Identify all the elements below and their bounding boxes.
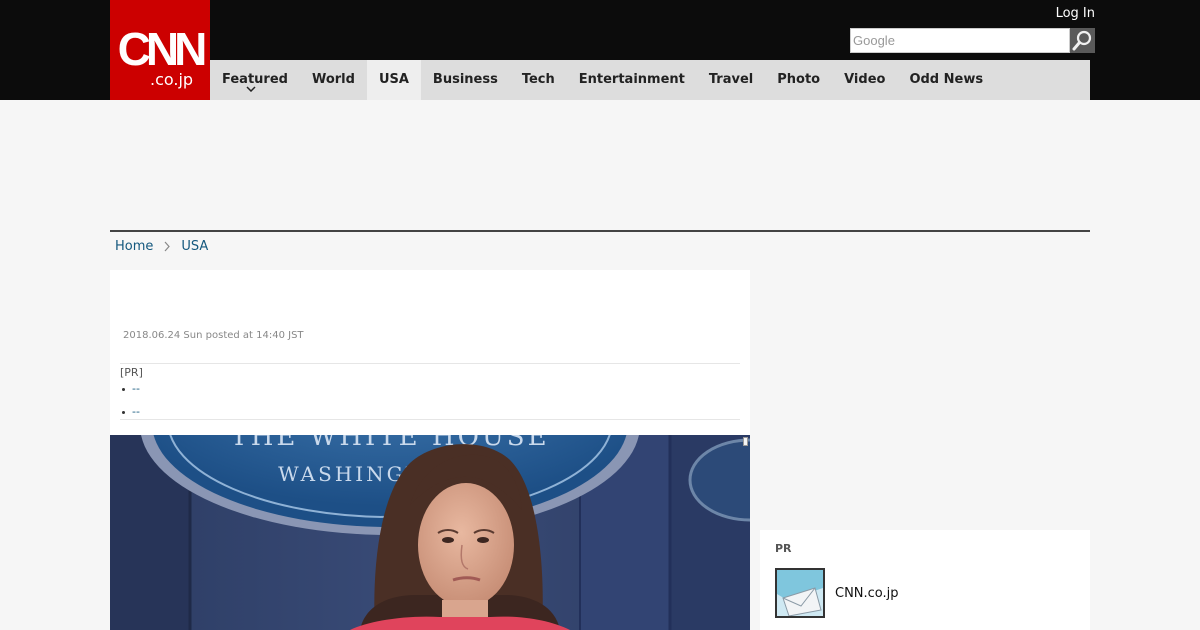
image-expand-handle[interactable] xyxy=(743,437,748,446)
nav-item-odd-news[interactable]: Odd News xyxy=(897,60,995,100)
sidebar-pr-label: PR xyxy=(775,542,792,555)
nav-item-travel[interactable]: Travel xyxy=(697,60,765,100)
nav-item-label: Entertainment xyxy=(578,72,685,87)
search-button[interactable] xyxy=(1070,28,1095,53)
nav-item-label: Odd News xyxy=(909,72,984,87)
pr-label: [PR] xyxy=(120,366,143,379)
nav-item-label: World xyxy=(311,72,355,87)
logo-domain: .co.jp xyxy=(150,70,194,89)
site-search xyxy=(850,28,1095,53)
sidebar-pr-text[interactable]: CNN.co.jp xyxy=(835,586,899,602)
nav-item-label: USA xyxy=(378,72,409,87)
article-header-card: 2018.06.24 Sun posted at 14:40 JST [PR] … xyxy=(110,270,750,435)
breadcrumb: Home USA xyxy=(115,237,208,255)
nav-item-label: Business xyxy=(432,72,498,87)
mail-image-icon xyxy=(777,570,823,616)
chevron-down-icon xyxy=(246,86,256,92)
chevron-right-icon xyxy=(164,241,171,251)
nav-item-label: Travel xyxy=(708,72,754,87)
sidebar-pr-box: PR CNN.co.jp xyxy=(760,530,1090,630)
login-link[interactable]: Log In xyxy=(1040,5,1095,23)
sidebar-pr-thumbnail[interactable] xyxy=(775,568,825,618)
breadcrumb-usa-link[interactable]: USA xyxy=(181,239,208,254)
nav-item-business[interactable]: Business xyxy=(421,60,510,100)
pr-link[interactable]: -- xyxy=(132,405,140,419)
main-nav: Featured World USA Business Tech Enterta… xyxy=(210,60,1090,100)
nav-item-label: Tech xyxy=(521,72,555,87)
pr-link[interactable]: -- xyxy=(132,382,140,396)
bullet-icon xyxy=(122,388,125,391)
nav-item-photo[interactable]: Photo xyxy=(765,60,832,100)
nav-item-usa[interactable]: USA xyxy=(366,60,421,100)
search-icon xyxy=(1070,28,1095,53)
svg-text:THE WHITE HOUSE: THE WHITE HOUSE xyxy=(230,435,549,452)
breadcrumb-home-link[interactable]: Home xyxy=(115,239,153,254)
logo-wordmark: CNN xyxy=(117,23,208,75)
nav-item-featured[interactable]: Featured xyxy=(210,60,300,100)
nav-item-label: Featured xyxy=(222,72,288,87)
nav-item-world[interactable]: World xyxy=(300,60,367,100)
nav-item-label: Video xyxy=(844,72,886,87)
pr-links-box: [PR] -- -- xyxy=(120,363,740,420)
cnn-logo[interactable]: CNN .co.jp xyxy=(110,0,210,100)
nav-item-tech[interactable]: Tech xyxy=(510,60,567,100)
article-date: 2018.06.24 Sun posted at 14:40 JST xyxy=(123,330,304,341)
search-input[interactable] xyxy=(850,28,1070,53)
bullet-icon xyxy=(122,411,125,414)
article-photo: THE WHITE HOUSE WASHINGTON xyxy=(110,435,750,630)
nav-item-entertainment[interactable]: Entertainment xyxy=(567,60,697,100)
nav-item-label: Photo xyxy=(777,72,821,87)
nav-item-video[interactable]: Video xyxy=(832,60,897,100)
press-briefing-image: THE WHITE HOUSE WASHINGTON xyxy=(110,435,750,630)
section-divider xyxy=(110,230,1090,232)
